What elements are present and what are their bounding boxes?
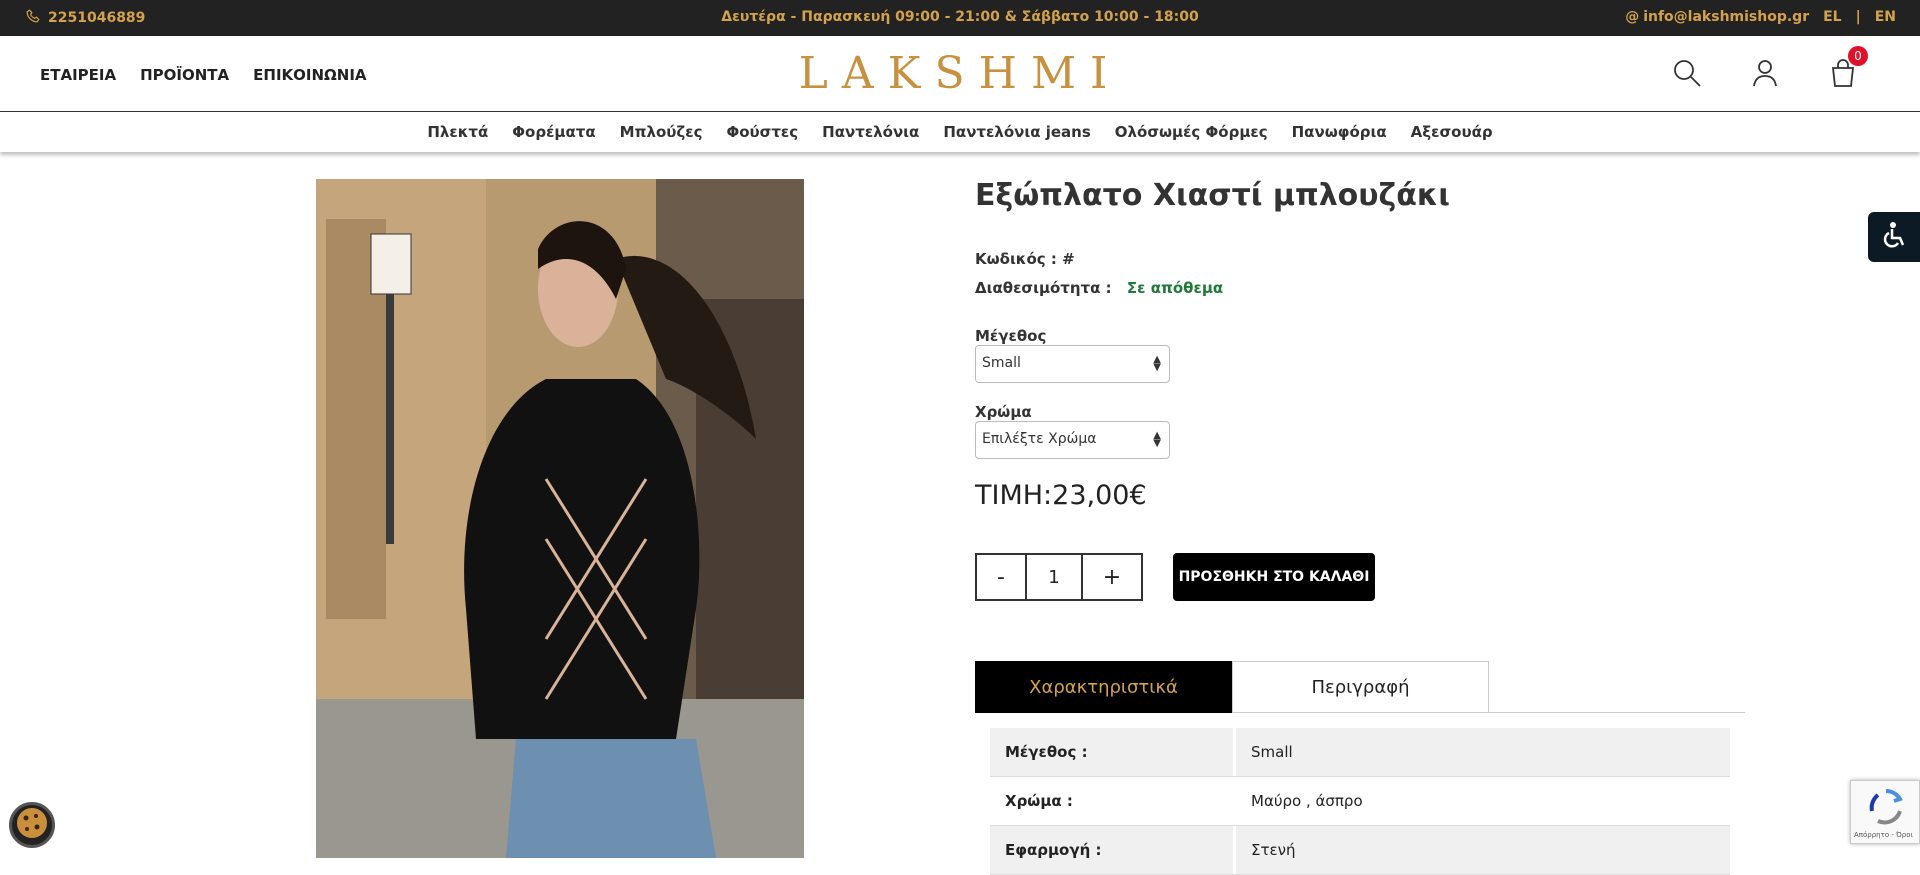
header: ΕΤΑΙΡΕΙΑ ΠΡΟΪΟΝΤΑ ΕΠΙΚΟΙΝΩΝΙΑ LAKSHMI 0 <box>0 36 1920 112</box>
category-item[interactable]: Αξεσουάρ <box>1411 123 1493 141</box>
price-label: ΤΙΜΗ: <box>975 480 1053 511</box>
tab-features[interactable]: Χαρακτηριστικά <box>975 661 1232 713</box>
add-to-cart-button[interactable]: ΠΡΟΣΘΗΚΗ ΣΤΟ ΚΑΛΑΘΙ <box>1173 553 1375 601</box>
wheelchair-icon <box>1879 220 1909 254</box>
lang-el[interactable]: EL <box>1823 9 1841 25</box>
table-row: Χρώμα : Μαύρο , άσπρο <box>990 777 1730 826</box>
category-item[interactable]: Παντελόνια jeans <box>943 123 1090 141</box>
spec-value: Μαύρο , άσπρο <box>1236 777 1730 825</box>
recaptcha-badge[interactable]: Απόρρητο - Όροι <box>1850 780 1920 844</box>
color-selected: Επιλέξτε Χρώμα <box>982 431 1097 447</box>
select-arrows-icon: ▲ ▼ <box>1153 430 1161 449</box>
product-title: Εξώπλατο Χιαστί μπλουζάκι <box>975 178 1450 213</box>
lang-separator: | <box>1855 9 1861 25</box>
spec-key: Χρώμα : <box>990 777 1233 825</box>
specs-table: Μέγεθος : Small Χρώμα : Μαύρο , άσπρο Εφ… <box>990 728 1730 875</box>
category-item[interactable]: Πλεκτά <box>427 123 488 141</box>
category-item[interactable]: Φορέματα <box>512 123 595 141</box>
spec-key: Εφαρμογή : <box>990 826 1233 874</box>
size-label: Μέγεθος <box>975 327 1047 345</box>
category-item[interactable]: Ολόσωμές Φόρμες <box>1115 123 1268 141</box>
at-icon: @ <box>1625 9 1640 25</box>
category-item[interactable]: Μπλούζες <box>620 123 703 141</box>
email-link[interactable]: @ info@lakshmishop.gr <box>1625 9 1809 25</box>
lang-en[interactable]: EN <box>1875 9 1896 25</box>
tab-description[interactable]: Περιγραφή <box>1232 661 1489 713</box>
table-row: Μέγεθος : Small <box>990 728 1730 777</box>
availability-status: Σε απόθεμα <box>1126 279 1224 297</box>
logo[interactable]: LAKSHMI <box>0 48 1920 100</box>
select-arrows-icon: ▲ ▼ <box>1153 354 1161 373</box>
product-image[interactable] <box>316 179 804 858</box>
spec-key: Μέγεθος : <box>990 728 1233 776</box>
qty-plus-button[interactable]: + <box>1083 555 1141 599</box>
price-value: 23,00€ <box>1052 480 1147 511</box>
cart-icon[interactable]: 0 <box>1828 46 1868 88</box>
product-tabs: Χαρακτηριστικά Περιγραφή <box>975 661 1745 713</box>
accessibility-button[interactable] <box>1868 212 1920 262</box>
category-item[interactable]: Παντελόνια <box>822 123 919 141</box>
top-bar: 2251046889 Δευτέρα - Παρασκευή 09:00 - 2… <box>0 0 1920 36</box>
category-nav: Πλεκτά Φορέματα Μπλούζες Φούστες Παντελό… <box>0 112 1920 152</box>
spec-value: Στενή <box>1236 826 1730 874</box>
price: ΤΙΜΗ:23,00€ <box>975 480 1147 511</box>
search-icon[interactable] <box>1672 58 1702 88</box>
color-select[interactable]: Επιλέξτε Χρώμα ▲ ▼ <box>975 421 1170 459</box>
cookie-settings-button[interactable] <box>9 802 55 848</box>
cart-count-badge: 0 <box>1848 46 1868 66</box>
table-row: Εφαρμογή : Στενή <box>990 826 1730 875</box>
cookie-icon <box>15 806 49 844</box>
product-code: Κωδικός : # <box>975 250 1075 268</box>
recaptcha-text: Απόρρητο - Όροι <box>1854 831 1913 839</box>
color-label: Χρώμα <box>975 403 1032 421</box>
availability: Διαθεσιμότητα : Σε απόθεμα <box>975 279 1223 297</box>
qty-input[interactable]: 1 <box>1027 555 1083 599</box>
spec-value: Small <box>1236 728 1730 776</box>
email-text: info@lakshmishop.gr <box>1643 9 1810 25</box>
quantity-stepper: - 1 + <box>975 553 1143 601</box>
size-selected: Small <box>982 355 1021 371</box>
category-item[interactable]: Πανωφόρια <box>1292 123 1387 141</box>
availability-label: Διαθεσιμότητα : <box>975 279 1112 297</box>
size-select[interactable]: Small ▲ ▼ <box>975 345 1170 383</box>
user-icon[interactable] <box>1750 58 1780 88</box>
qty-minus-button[interactable]: - <box>977 555 1027 599</box>
category-item[interactable]: Φούστες <box>726 123 798 141</box>
